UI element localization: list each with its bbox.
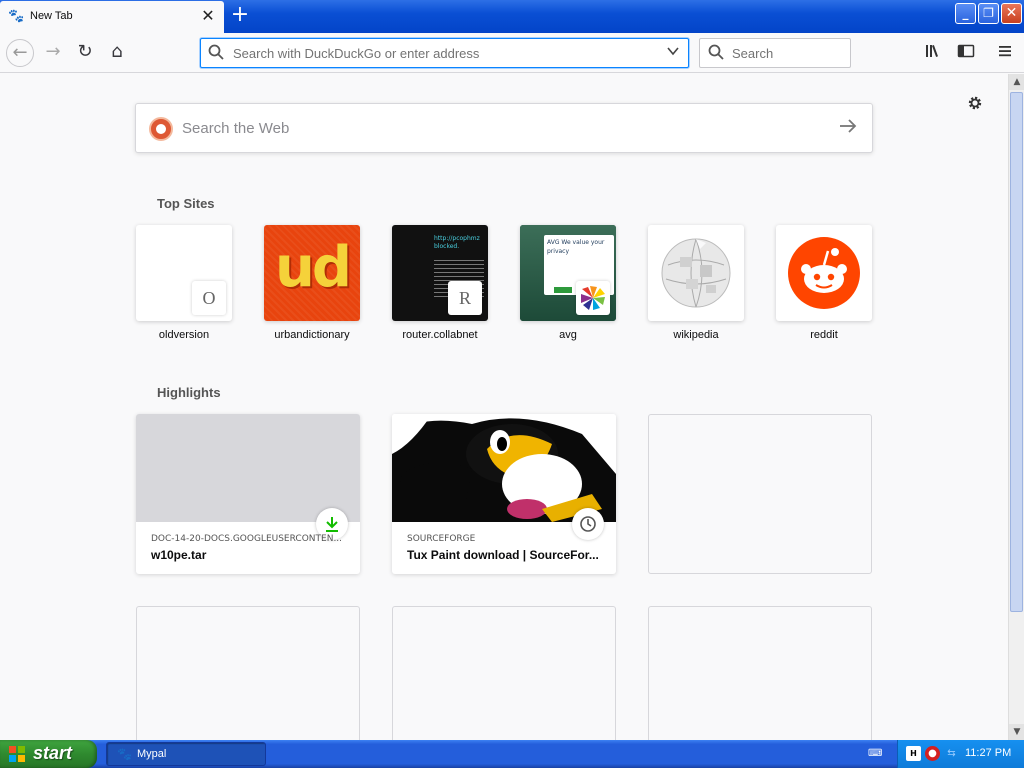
sidebar-icon[interactable]	[956, 43, 976, 63]
router-screenshot-text: http://pcophmz blocked.	[434, 235, 480, 250]
taskbar-item-mypal[interactable]: 🐾 Mypal	[106, 742, 266, 766]
highlight-image	[392, 414, 616, 522]
search-bar[interactable]: Search	[699, 38, 851, 68]
hfs-icon[interactable]: H	[906, 746, 921, 761]
minimize-button[interactable]: _	[955, 3, 976, 24]
site-label: oldversion	[158, 329, 210, 341]
web-search-placeholder: Search the Web	[182, 120, 290, 137]
highlight-context: DOC-14-20-DOCS.GOOGLEUSERCONTEN...	[151, 534, 343, 544]
highlight-title: Tux Paint download | SourceFor...	[407, 548, 599, 562]
close-window-button[interactable]: ✕	[1001, 3, 1022, 24]
new-tab-page: Search the Web Top Sites O oldversion ud…	[0, 74, 1008, 740]
highlight-placeholder	[648, 414, 872, 574]
windows-flag-icon	[9, 746, 26, 763]
system-tray: H ● ⇆ 11:27 PM	[897, 740, 1024, 768]
reddit-logo-icon	[788, 237, 860, 312]
highlight-card[interactable]: DOC-14-20-DOCS.GOOGLEUSERCONTEN... w10pe…	[136, 414, 360, 574]
scroll-up-arrow-icon[interactable]: ▲	[1009, 74, 1024, 90]
mypal-icon: 🐾	[8, 9, 25, 24]
highlight-title: w10pe.tar	[151, 548, 207, 562]
site-thumbnail	[648, 225, 744, 321]
antivirus-icon[interactable]: ●	[925, 746, 940, 761]
vertical-scrollbar[interactable]: ▲ ▼	[1008, 74, 1024, 740]
site-label: avg	[559, 329, 577, 341]
wikipedia-globe-icon	[658, 235, 734, 314]
arrow-right-icon[interactable]	[838, 116, 858, 141]
site-label: wikipedia	[673, 329, 719, 341]
search-icon	[208, 44, 224, 64]
site-label: reddit	[810, 329, 838, 341]
avg-logo-icon	[576, 281, 610, 315]
mypal-icon: 🐾	[117, 747, 132, 761]
restore-button[interactable]: ❐	[978, 3, 999, 24]
forward-button[interactable]: →	[39, 39, 67, 67]
network-icon[interactable]: ⇆	[944, 746, 959, 761]
site-label: router.collabnet	[402, 329, 478, 341]
top-site-reddit[interactable]: reddit	[776, 225, 872, 341]
site-letter-badge: O	[192, 281, 226, 315]
highlight-placeholder	[392, 606, 616, 740]
web-search-box[interactable]: Search the Web	[135, 103, 873, 153]
site-label: urbandictionary	[274, 329, 350, 341]
taskbar: start 🐾 Mypal ⌨ H ● ⇆ 11:27 PM	[0, 740, 1024, 768]
back-button[interactable]: ←	[6, 39, 34, 67]
search-icon	[708, 44, 724, 64]
site-thumbnail: AVG We value your privacy	[520, 225, 616, 321]
scroll-down-arrow-icon[interactable]: ▼	[1009, 724, 1024, 740]
site-thumbnail: O	[136, 225, 232, 321]
site-thumbnail	[776, 225, 872, 321]
reload-button[interactable]: ↻	[71, 39, 99, 67]
start-label: start	[33, 743, 73, 763]
url-placeholder: Search with DuckDuckGo or enter address	[233, 46, 480, 61]
top-sites-title: Top Sites	[157, 196, 215, 211]
keyboard-icon[interactable]: ⌨	[868, 748, 882, 760]
site-thumbnail: http://pcophmz blocked. R	[392, 225, 488, 321]
tux-penguin-image	[392, 414, 616, 522]
top-site-avg[interactable]: AVG We value your privacy avg	[520, 225, 616, 341]
library-icon[interactable]	[924, 43, 944, 63]
highlight-context: SOURCEFORGE	[407, 534, 476, 544]
top-site-wikipedia[interactable]: wikipedia	[648, 225, 744, 341]
start-button[interactable]: start	[0, 740, 97, 768]
taskbar-item-label: Mypal	[137, 748, 167, 760]
urbandictionary-logo: ud	[275, 235, 352, 300]
tab-new-tab[interactable]: 🐾 New Tab ✕	[0, 1, 224, 33]
site-letter-badge: R	[448, 281, 482, 315]
search-placeholder: Search	[732, 46, 774, 61]
duckduckgo-logo-icon	[149, 117, 173, 141]
highlight-image	[136, 414, 360, 522]
highlights-title: Highlights	[157, 385, 221, 400]
top-site-urbandictionary[interactable]: ud urbandictionary	[264, 225, 360, 341]
top-site-router-collabnet[interactable]: http://pcophmz blocked. R router.collabn…	[392, 225, 488, 341]
url-bar[interactable]: Search with DuckDuckGo or enter address	[200, 38, 689, 68]
new-tab-button[interactable]: +	[228, 4, 252, 27]
highlight-card[interactable]: SOURCEFORGE Tux Paint download | SourceF…	[392, 414, 616, 574]
clock: 11:27 PM	[965, 747, 1012, 759]
tab-close-icon[interactable]: ✕	[200, 8, 216, 24]
menu-icon[interactable]	[995, 43, 1015, 63]
chevron-down-icon[interactable]	[666, 44, 680, 62]
nav-toolbar: ← → ↻ ⌂ Search with DuckDuckGo or enter …	[0, 33, 1024, 73]
highlight-placeholder	[648, 606, 872, 740]
home-button[interactable]: ⌂	[103, 39, 131, 67]
top-site-oldversion[interactable]: O oldversion	[136, 225, 232, 341]
gear-icon[interactable]	[966, 94, 984, 117]
scroll-thumb[interactable]	[1010, 92, 1023, 612]
title-bar: 🐾 New Tab ✕ + _ ❐ ✕	[0, 0, 1024, 33]
tab-title: New Tab	[30, 10, 73, 22]
site-thumbnail: ud	[264, 225, 360, 321]
highlight-placeholder	[136, 606, 360, 740]
